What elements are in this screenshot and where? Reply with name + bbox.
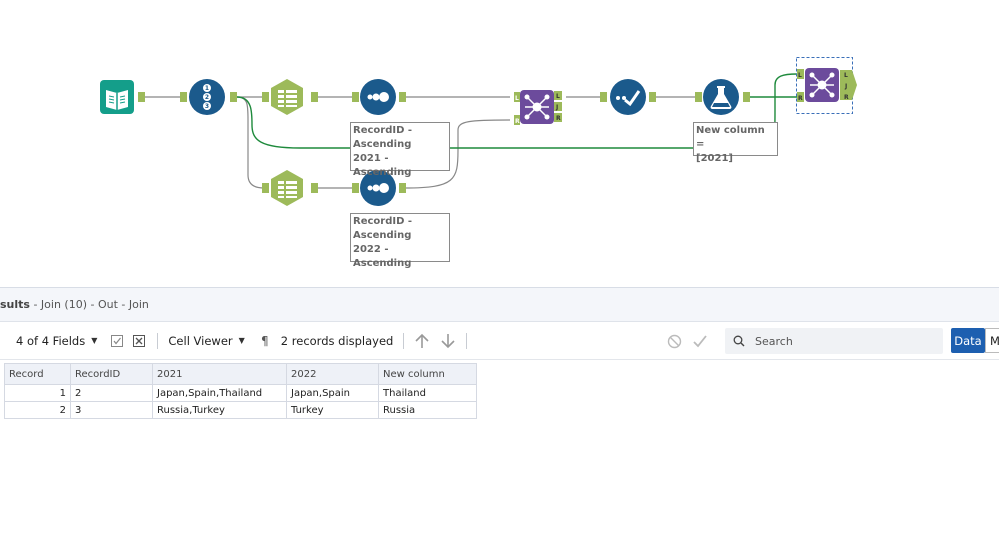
text-to-columns-tool-2[interactable] xyxy=(268,169,308,209)
sort-tool[interactable] xyxy=(359,78,399,118)
svg-text:R: R xyxy=(798,95,803,102)
column-header[interactable]: 2021 xyxy=(152,363,287,385)
join-tool-selected[interactable]: LR LJR xyxy=(796,57,858,115)
book-icon xyxy=(100,80,134,114)
search-input[interactable]: Search xyxy=(725,328,943,354)
input-data-tool[interactable] xyxy=(98,78,138,118)
column-header[interactable]: New column xyxy=(378,363,477,385)
table-row[interactable]: 1 2 Japan,Spain,Thailand Japan,Spain Tha… xyxy=(4,384,477,402)
formula-annotation: New column = [2021] xyxy=(693,122,778,164)
arrow-down-icon[interactable] xyxy=(440,333,456,349)
svg-text:2: 2 xyxy=(205,94,209,101)
table-cell[interactable]: Thailand xyxy=(378,384,477,402)
table-header-row: Record RecordID 2021 2022 New column xyxy=(4,363,477,385)
select-tool[interactable] xyxy=(609,78,649,118)
column-header[interactable]: 2022 xyxy=(286,363,379,385)
text-to-columns-tool[interactable] xyxy=(268,78,308,118)
table-cell[interactable]: 3 xyxy=(70,401,153,419)
column-header[interactable]: Record xyxy=(4,363,71,385)
results-table: Record RecordID 2021 2022 New column 1 2… xyxy=(4,363,477,419)
sort-icon xyxy=(360,79,396,115)
join-icon: LR LJR xyxy=(796,57,857,114)
svg-text:1: 1 xyxy=(205,85,209,92)
column-header[interactable]: RecordID xyxy=(70,363,153,385)
cancel-filter-icon[interactable] xyxy=(666,333,682,349)
svg-text:R: R xyxy=(556,115,561,122)
table-cell[interactable]: 2 xyxy=(4,401,71,419)
metadata-tab-button[interactable]: M xyxy=(985,328,999,353)
table-cell[interactable]: Russia,Turkey xyxy=(152,401,287,419)
flask-icon xyxy=(703,79,739,115)
table-cell[interactable]: 2 xyxy=(70,384,153,402)
toolbar-divider xyxy=(403,332,405,349)
svg-text:J: J xyxy=(555,104,558,111)
svg-text:3: 3 xyxy=(205,103,209,110)
svg-text:J: J xyxy=(844,83,847,90)
svg-text:L: L xyxy=(798,72,802,79)
records-displayed-label: 2 records displayed xyxy=(280,333,394,348)
table-cell[interactable]: Japan,Spain xyxy=(286,384,379,402)
results-header: sults - Join (10) - Out - Join xyxy=(0,288,999,322)
table-row[interactable]: 2 3 Russia,Turkey Turkey Russia xyxy=(4,401,477,419)
results-title: sults - Join (10) - Out - Join xyxy=(0,298,149,311)
parse-icon xyxy=(271,79,303,115)
table-cell[interactable]: Japan,Spain,Thailand xyxy=(152,384,287,402)
fields-dropdown[interactable]: 4 of 4 Fields ▼ xyxy=(16,334,97,348)
svg-text:L: L xyxy=(844,72,848,79)
table-cell[interactable]: Turkey xyxy=(286,401,379,419)
record-id-tool[interactable]: 1 2 3 xyxy=(188,78,228,118)
results-pane: sults - Join (10) - Out - Join 4 of 4 Fi… xyxy=(0,287,999,555)
toolbar-divider xyxy=(157,332,159,349)
parse-icon xyxy=(271,170,303,206)
svg-text:L: L xyxy=(556,93,560,100)
apply-filter-icon[interactable] xyxy=(692,333,708,349)
table-cell[interactable]: Russia xyxy=(378,401,477,419)
data-tab-button[interactable]: Data xyxy=(951,328,985,353)
join-tool[interactable]: L R LJR xyxy=(514,86,568,126)
checkbox-icon[interactable] xyxy=(109,333,125,349)
connections-layer xyxy=(138,73,798,193)
formula-tool[interactable] xyxy=(702,78,742,118)
caret-down-icon: ▼ xyxy=(238,336,245,345)
sort-annotation-2: RecordID - Ascending 2022 - Ascending xyxy=(350,213,450,269)
uncheck-icon[interactable] xyxy=(131,333,147,349)
workflow-canvas[interactable]: 123 L R LJR L R L J R RecordID - Ascendi… xyxy=(0,0,999,287)
join-right-anchor: R xyxy=(515,118,520,125)
numbered-list-icon: 1 2 3 xyxy=(189,79,225,115)
caret-down-icon: ▼ xyxy=(91,336,98,345)
checkmark-icon xyxy=(610,79,646,115)
results-toolbar: 4 of 4 Fields ▼ Cell Viewer ▼ ¶ 2 records … xyxy=(0,322,999,360)
cell-viewer-dropdown[interactable]: Cell Viewer ▼ xyxy=(168,334,244,348)
join-left-anchor: L xyxy=(515,95,519,102)
svg-text:R: R xyxy=(844,94,849,101)
arrow-up-icon[interactable] xyxy=(414,333,430,349)
toolbar-divider xyxy=(466,332,468,349)
join-icon: L R LJR xyxy=(514,90,562,125)
search-icon xyxy=(733,335,745,347)
table-cell[interactable]: 1 xyxy=(4,384,71,402)
sort-annotation: RecordID - Ascending 2021 - Ascending xyxy=(350,122,450,178)
pilcrow-icon[interactable]: ¶ xyxy=(257,333,273,349)
